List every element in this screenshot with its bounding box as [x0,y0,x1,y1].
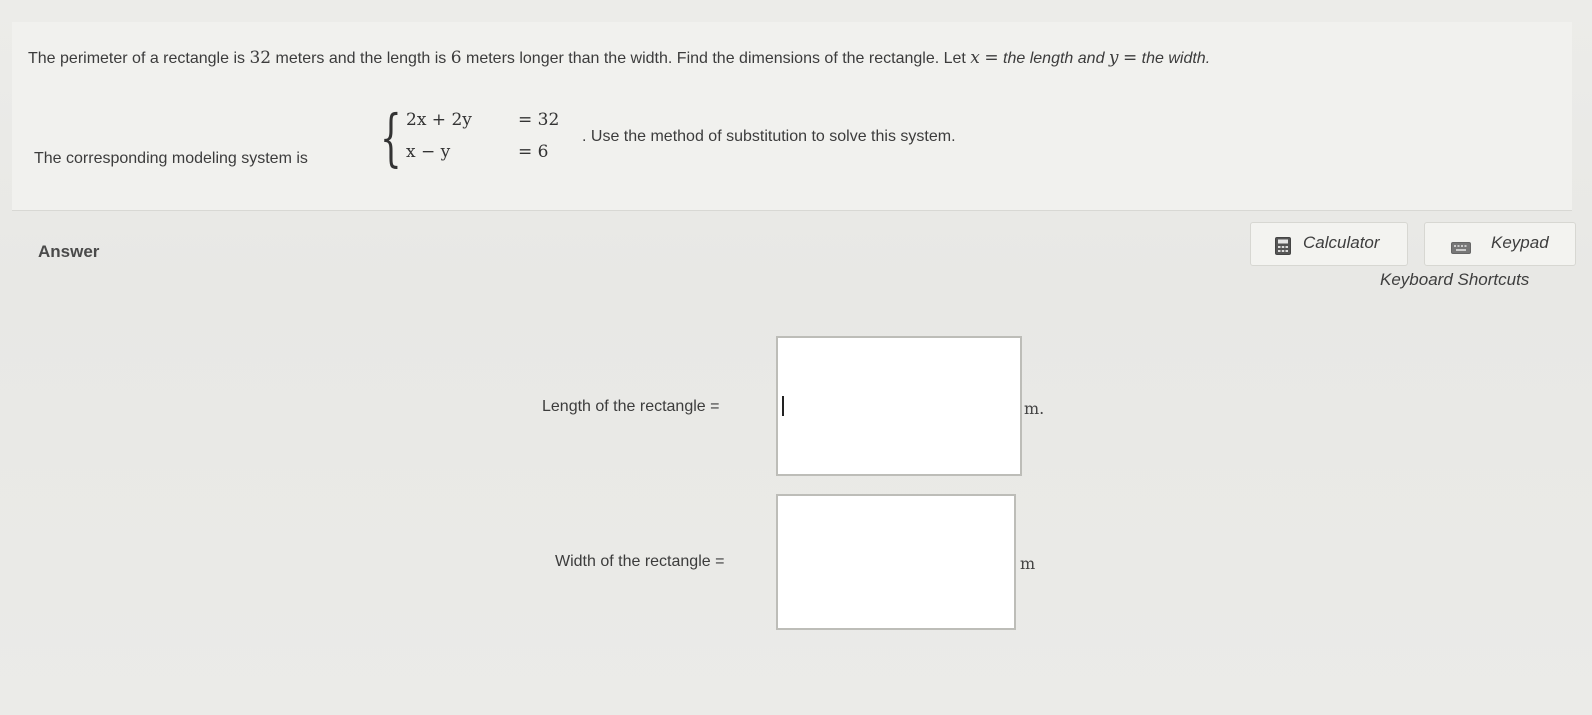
width-label: Width of the rectangle = [555,553,725,570]
left-brace-icon: { [380,101,402,174]
equation-1-lhs: 2x + 2y [406,110,472,130]
system-instruction: . Use the method of substitution to solv… [582,128,956,145]
length-input[interactable] [776,336,1022,476]
calculator-button[interactable]: Calculator [1250,222,1408,266]
calculator-label: Calculator [1303,233,1380,252]
y-definition: the width. [1137,50,1211,67]
keypad-label: Keypad [1491,233,1549,252]
answer-heading: Answer [38,242,100,261]
prompt-text: meters and the length is [271,50,451,67]
perimeter-value: 32 [249,48,272,68]
keypad-button[interactable]: Keypad [1424,222,1576,266]
equals-sign: = [984,48,999,68]
equation-2-lhs: x − y [406,142,451,162]
keyboard-icon [1451,239,1471,259]
variable-y: y [1108,48,1119,68]
question-panel: The perimeter of a rectangle is 32 meter… [12,22,1572,211]
prompt-text: The perimeter of a rectangle is [28,50,250,67]
x-definition: the length and [998,50,1109,67]
keyboard-shortcuts-link[interactable]: Keyboard Shortcuts [1380,270,1529,290]
equals-sign: = [1122,48,1138,68]
prompt-text: meters longer than the width. Find the d… [461,50,971,67]
equation-2-rhs: = 6 [518,142,549,162]
width-input[interactable] [776,494,1016,630]
question-prompt: The perimeter of a rectangle is 32 meter… [28,48,1210,68]
length-unit: m. [1024,399,1045,418]
page: The perimeter of a rectangle is 32 meter… [0,0,1592,715]
system-intro: The corresponding modeling system is [34,150,308,167]
width-unit: m [1020,554,1036,573]
difference-value: 6 [450,48,462,68]
equation-1-rhs: = 32 [518,110,560,130]
text-cursor [782,396,784,416]
variable-x: x [970,48,980,68]
length-label: Length of the rectangle = [542,398,720,415]
calculator-icon [1275,237,1291,260]
